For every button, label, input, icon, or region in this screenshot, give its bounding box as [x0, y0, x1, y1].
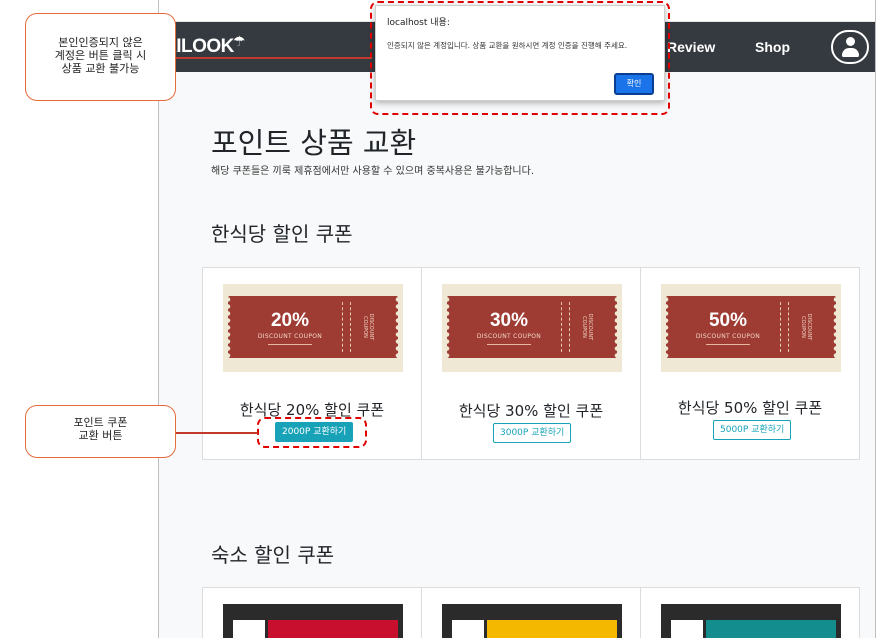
coupon-percent: 30%: [489, 310, 529, 331]
callout-leader-line: [176, 432, 258, 434]
page-subtitle: 해당 쿠폰들은 끼룩 제휴점에서만 사용할 수 있으며 중복사용은 불가능합니다…: [211, 166, 535, 177]
coupon-card-50: 50% DISCOUNT COUPON DISCOUNT COUPON 한식당 …: [640, 267, 860, 460]
user-icon: [846, 37, 855, 46]
coupon-label: DISCOUNT COUPON: [257, 333, 323, 340]
lodging-coupon-image: [223, 604, 403, 638]
nav-review-link[interactable]: Review: [667, 39, 715, 55]
screenshot-canvas: KILOOK ☂ Review Shop 포인트 상품 교환 해당 쿠폰들은 끼…: [0, 0, 878, 638]
coupon-percent: 20%: [270, 310, 310, 331]
coupon-image: 20% DISCOUNT COUPON DISCOUNT COUPON: [223, 284, 403, 372]
exchange-button-3000[interactable]: 3000P 교환하기: [493, 423, 572, 443]
coupon-label: DISCOUNT COUPON: [695, 333, 761, 340]
annotation-unverified: 본인인증되지 않은 계정은 버튼 클릭 시 상품 교환 불가능: [25, 13, 176, 101]
lodging-coupon-card: [421, 587, 641, 638]
coupon-label: DISCOUNT COUPON: [476, 333, 542, 340]
nav-shop-link[interactable]: Shop: [755, 39, 790, 55]
coupon-side-label: DISCOUNT COUPON: [581, 313, 593, 341]
lodging-coupon-card: [640, 587, 860, 638]
dialog-highlight: [370, 1, 670, 115]
coupon-card-30: 30% DISCOUNT COUPON DISCOUNT COUPON 한식당 …: [421, 267, 641, 460]
lodging-coupon-card: [202, 587, 422, 638]
coupon-image: 30% DISCOUNT COUPON DISCOUNT COUPON: [442, 284, 622, 372]
profile-button[interactable]: [831, 30, 869, 64]
exchange-button-5000[interactable]: 5000P 교환하기: [713, 420, 792, 440]
callout-leader-line: [176, 57, 372, 59]
coupon-name: 한식당 30% 할인 쿠폰: [458, 402, 604, 420]
coupon-image: 50% DISCOUNT COUPON DISCOUNT COUPON: [661, 284, 841, 372]
bird-umbrella-icon: ☂: [233, 34, 246, 50]
section-title-restaurant: 한식당 할인 쿠폰: [211, 222, 353, 246]
coupon-percent: 50%: [708, 310, 748, 331]
lodging-coupon-image: [442, 604, 622, 638]
section-title-lodging: 숙소 할인 쿠폰: [211, 543, 335, 567]
page-title: 포인트 상품 교환: [211, 126, 417, 160]
lodging-coupon-image: [661, 604, 841, 638]
coupon-side-label: DISCOUNT COUPON: [362, 313, 374, 341]
coupon-side-label: DISCOUNT COUPON: [800, 313, 812, 341]
annotation-exchange-button: 포인트 쿠폰 교환 버튼: [25, 405, 176, 458]
coupon-name: 한식당 50% 할인 쿠폰: [677, 399, 823, 417]
button-highlight: [257, 417, 367, 448]
user-icon-body: [842, 48, 859, 57]
